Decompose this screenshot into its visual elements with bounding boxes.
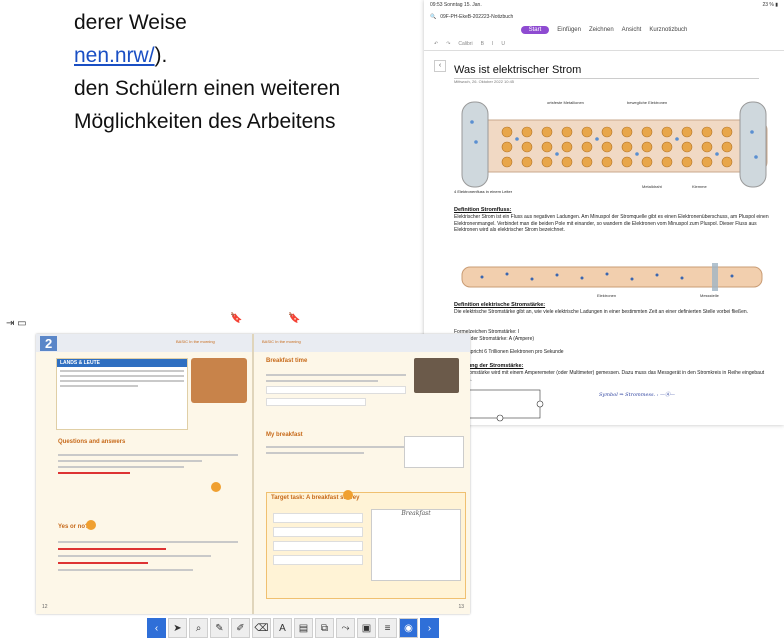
page-date: Mittwoch, 26. Oktober 2022 10:45 [454,79,515,84]
zoom-tool-icon[interactable]: ⌕ [189,618,208,638]
wire-figure: Elektronen Messstelle [461,263,763,298]
status-bar: 09:53 Sonntag 15. Jan. 23 % ▮ [424,0,784,12]
tab-einfuegen[interactable]: Einfügen [557,27,581,33]
more-tool-icon[interactable]: ≡ [378,618,397,638]
right-section-my-breakfast: My breakfast [266,432,303,438]
left-section-questions: Questions and answers [58,439,126,445]
figure-caption: 4 Elektronenfluss in einem Leiter [454,189,513,194]
figure-label-wire: Metalldraht [642,184,663,189]
format-toolbar: ↶ ↷ Calibri B I U [424,38,784,51]
figure-label-ions: ortsfeste Metallionen [547,100,584,105]
eye-icon[interactable]: ◉ [399,618,418,638]
document-line-3: den Schülern einen weiteren [74,77,341,100]
back-icon[interactable]: ‹ [434,60,446,72]
highlighter-tool-icon[interactable]: ✐ [231,618,250,638]
notebook-screenshot: 09:53 Sonntag 15. Jan. 23 % ▮ 🔍 09F-PH-E… [424,0,784,425]
definition-current-title: Definition Stromfluss: [454,207,512,213]
conductor-figure: ortsfeste Metallionen bewegliche Elektro… [461,100,768,189]
right-page-footer: 13 [458,604,464,610]
redo-icon[interactable]: ↷ [446,41,450,47]
info-box-title: LANDS & LEUTE [57,359,187,367]
left-section-yesno: Yes or no? [58,524,89,530]
right-page-header: BASIC In the morning [262,339,301,344]
pencil-marker-2[interactable] [86,520,96,530]
figure-label-clamp: Klemme [692,184,707,189]
left-page-header: BASIC In the morning [176,339,215,344]
link-tool-icon[interactable]: ⤳ [336,618,355,638]
speech-bubble [404,436,464,468]
pencil-marker-3[interactable] [343,490,353,500]
pointer-tool-icon[interactable]: ➤ [168,618,187,638]
page-title: Was ist elektrischer Strom [454,64,582,76]
notebook-page: ‹ Was ist elektrischer Strom Mittwoch, 2… [434,54,779,424]
survey-table-title: Breakfast [401,510,431,517]
document-line-1: derer Weise [74,11,187,34]
formula-ampere: 1A entspricht 6 Trillionen Elektronen pr… [454,349,564,355]
tab-kurznotizbuch[interactable]: Kurznotizbuch [649,27,687,33]
viewer-toolbar: ‹ ➤ ⌕ ✎ ✐ ⌫ A ▤ ⧉ ⤳ ▣ ≡ ◉ › [147,618,439,638]
copy-tool-icon[interactable]: ⧉ [315,618,334,638]
next-page-button[interactable]: › [420,618,439,638]
font-select[interactable]: Calibri [458,41,472,47]
image-tool-icon[interactable]: ▣ [357,618,376,638]
figure-label-electrons: bewegliche Elektronen [627,100,667,105]
prev-page-button[interactable]: ‹ [147,618,166,638]
document-link[interactable]: nen.nrw/ [74,44,155,67]
ribbon-tabs: Start Einfügen Zeichnen Ansicht Kurznoti… [424,22,784,38]
pencil-marker[interactable] [211,482,221,492]
tab-ansicht[interactable]: Ansicht [622,27,642,33]
text-tool-icon[interactable]: A [273,618,292,638]
wire-label-electrons: Elektronen [597,293,616,298]
pen-tool-icon[interactable]: ✎ [210,618,229,638]
notebook-file-title: 09F-PH-EkeB-202223-Notizbuch [440,14,514,20]
info-box: LANDS & LEUTE [56,358,188,430]
survey-table: Breakfast [371,509,461,581]
handwritten-note: Symbol ⇒ Strommess. : —Ⓐ— [599,392,676,398]
italic-icon[interactable]: I [492,41,493,47]
video-thumbnail[interactable] [414,358,459,393]
definition-current-text: Elektrischer Strom ist ein Fluss aus neg… [454,214,769,233]
tab-zeichnen[interactable]: Zeichnen [589,27,614,33]
bookmark-icon-2[interactable]: 🔖 [288,313,300,324]
breakfast-photo [191,358,247,403]
underline-icon[interactable]: U [501,41,505,47]
status-right: 23 % ▮ [762,2,778,8]
definition-strength-title: Definition elektrische Stromstärke: [454,302,546,308]
target-task-box: Target task: A breakfast survey Breakfas… [266,492,466,599]
note-tool-icon[interactable]: ▤ [294,618,313,638]
left-page-number: 2 [40,336,58,351]
definition-strength-text: Die elektrische Stromstärke gibt an, wie… [454,309,749,315]
left-page-footer: 12 [42,604,48,610]
eraser-tool-icon[interactable]: ⌫ [252,618,271,638]
document-line-4: Möglichkeiten des Arbeitens [74,110,336,133]
undo-icon[interactable]: ↶ [434,41,438,47]
measurement-text: Die Stromstärke wird mit einem Amperemet… [454,370,765,383]
document-line-2: nen.nrw/). [74,39,167,72]
search-icon[interactable]: 🔍 [430,14,436,20]
right-section-target-task: Target task: A breakfast survey [271,495,360,501]
bookmark-icon[interactable]: 🔖 [230,313,242,324]
document-line-2-tail: ). [154,44,168,67]
bold-icon[interactable]: B [481,41,484,47]
wire-label-measure: Messstelle [700,293,720,298]
tab-start[interactable]: Start [520,26,550,34]
notebook-title-bar: 🔍 09F-PH-EkeB-202223-Notizbuch [424,12,784,22]
textbook-right-page: BASIC In the morning Breakfast time My b… [254,334,470,614]
status-time: 09:53 Sonntag 15. Jan. [430,2,482,8]
right-section-breakfast-time: Breakfast time [266,358,308,364]
textbook-spread: 2 BASIC In the morning LANDS & LEUTE Que… [36,334,470,614]
sidebar-toggle-icon[interactable]: ⇥ ▭ [6,318,27,329]
textbook-left-page: 2 BASIC In the morning LANDS & LEUTE Que… [36,334,252,614]
